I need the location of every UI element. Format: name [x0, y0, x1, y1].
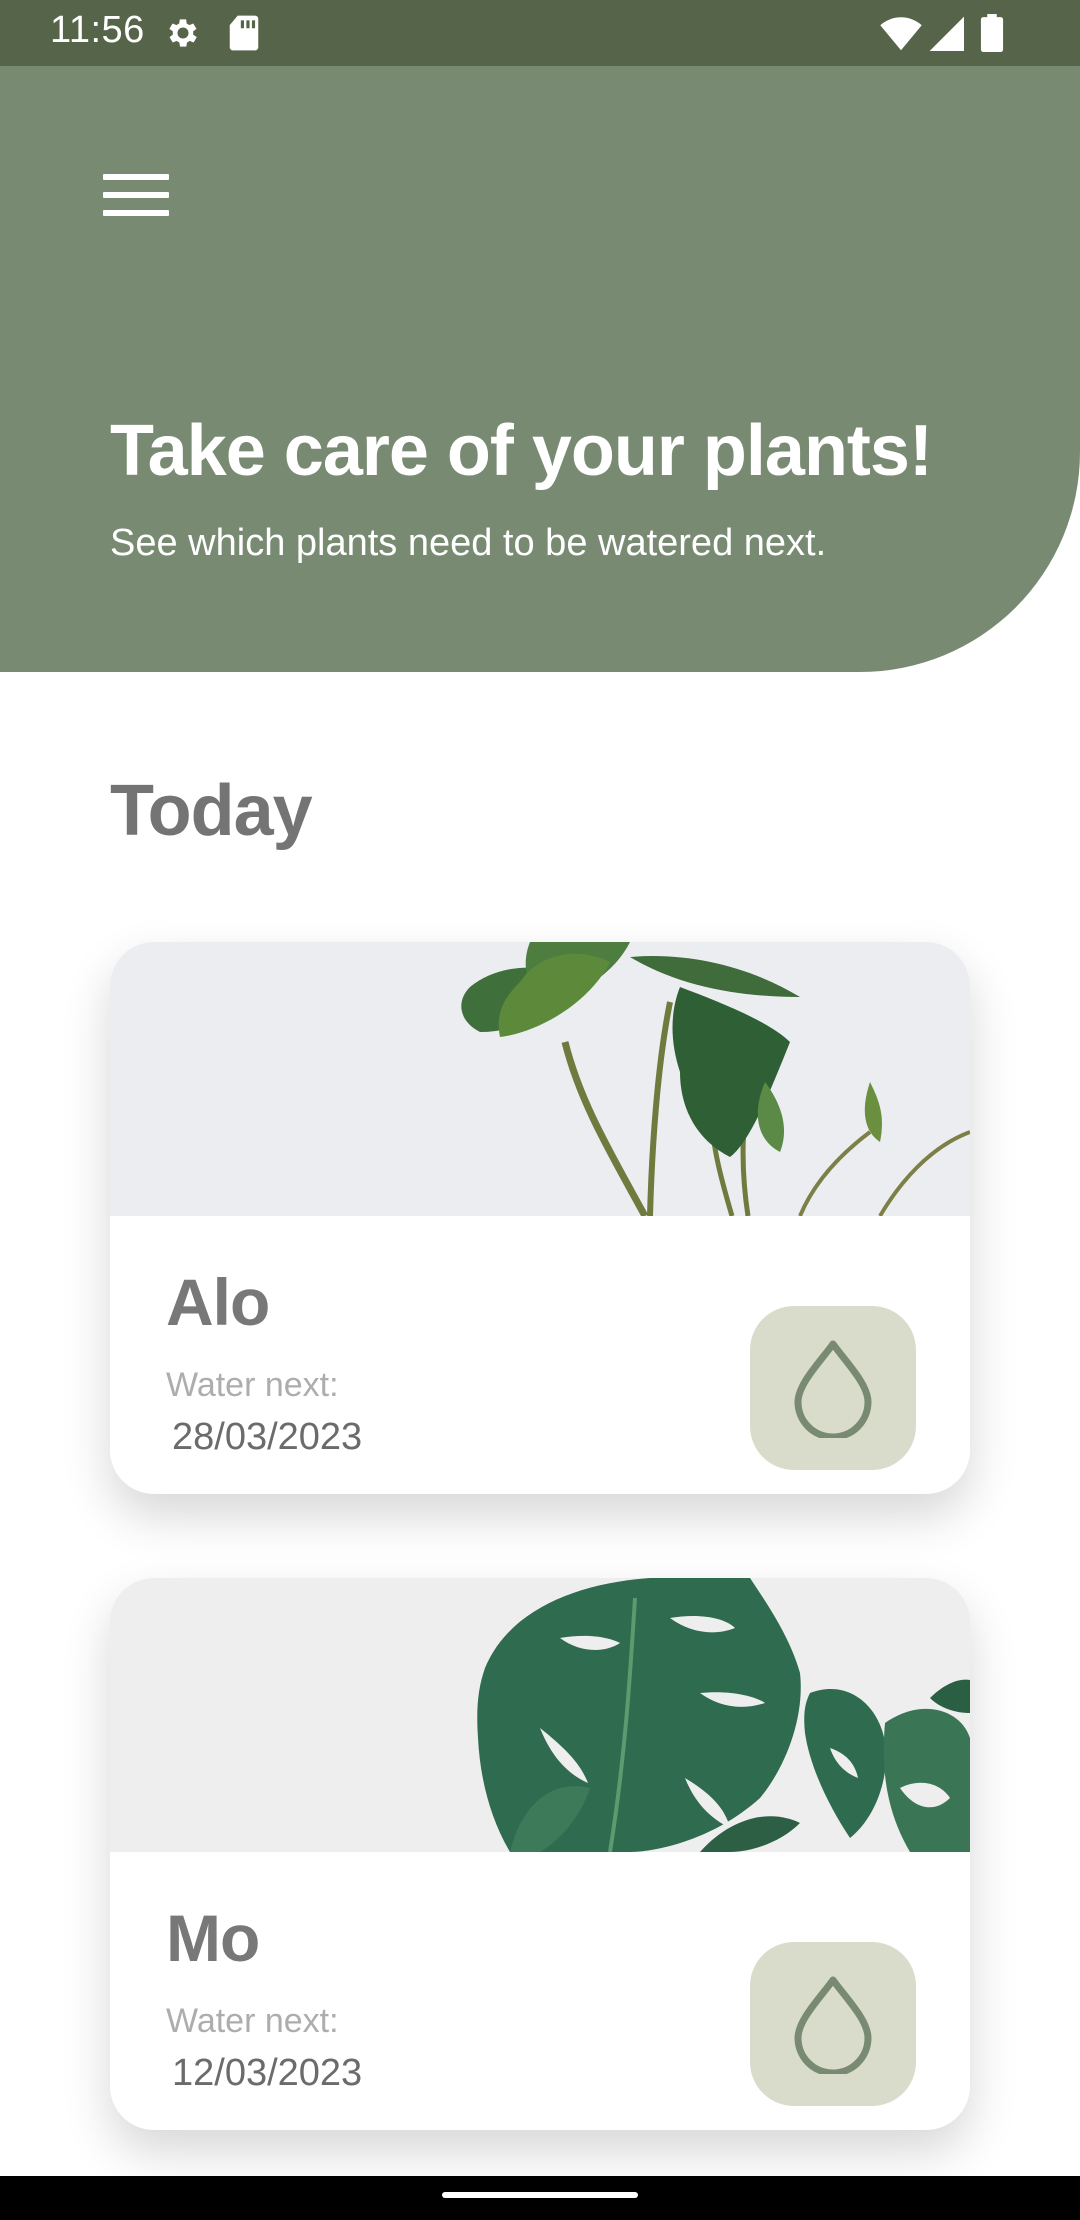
- water-next-date: 28/03/2023: [172, 1416, 363, 1458]
- menu-icon: [103, 174, 169, 180]
- home-gesture-handle[interactable]: [442, 2192, 638, 2198]
- water-drop-icon: [794, 1340, 872, 1438]
- wifi-icon: [880, 17, 922, 51]
- water-next-label: Water next:: [166, 2002, 339, 2040]
- alocasia-plant-image: [110, 942, 970, 1216]
- status-bar: 11:56: [0, 0, 1080, 66]
- water-next-label: Water next:: [166, 1366, 339, 1404]
- water-button[interactable]: [750, 1942, 916, 2106]
- header-banner: [0, 66, 1080, 672]
- water-drop-icon: [794, 1976, 872, 2074]
- section-title-today: Today: [110, 771, 313, 851]
- monstera-plant-image: [110, 1578, 970, 1852]
- menu-button[interactable]: [98, 160, 178, 230]
- plant-card[interactable]: Mo Water next: 12/03/2023: [110, 1578, 970, 2130]
- menu-icon: [103, 192, 169, 198]
- plant-card[interactable]: Alo Water next: 28/03/2023: [110, 942, 970, 1494]
- sd-card-icon: [229, 15, 259, 51]
- signal-icon: [929, 16, 964, 51]
- plant-name: Mo: [166, 1901, 260, 1975]
- gear-icon: [169, 19, 197, 47]
- page-subtitle: See which plants need to be watered next…: [110, 522, 827, 564]
- system-navigation-bar: [0, 2176, 1080, 2220]
- water-next-date: 12/03/2023: [172, 2052, 363, 2094]
- menu-icon: [103, 210, 169, 216]
- plant-name: Alo: [166, 1265, 270, 1339]
- water-button[interactable]: [750, 1306, 916, 1470]
- battery-icon: [980, 14, 1004, 52]
- page-title: Take care of your plants!: [110, 411, 933, 491]
- status-time: 11:56: [50, 9, 145, 51]
